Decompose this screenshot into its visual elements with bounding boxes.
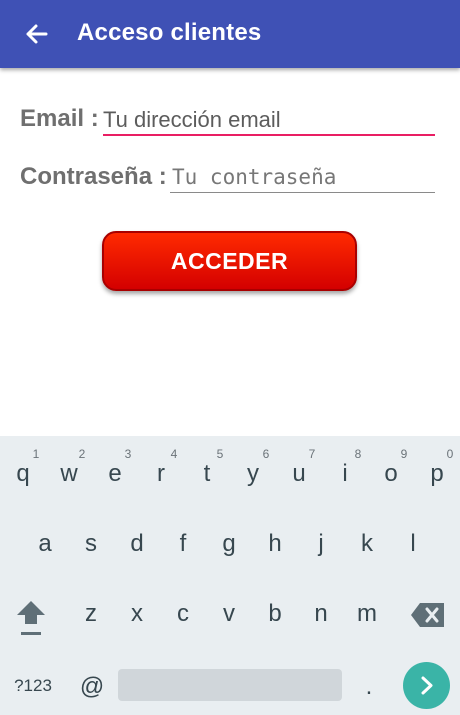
key-hint: 4 <box>170 447 178 461</box>
key[interactable]: l <box>390 530 436 558</box>
password-field[interactable]: Tu contraseña <box>172 165 336 189</box>
period-key[interactable]: . <box>346 673 392 701</box>
key[interactable]: f <box>160 530 206 558</box>
key-hint: 8 <box>354 447 362 461</box>
key[interactable]: q <box>0 460 46 488</box>
key[interactable]: k <box>344 530 390 558</box>
key[interactable]: t <box>184 460 230 488</box>
key-hint: 0 <box>446 447 454 461</box>
key-hint: 6 <box>262 447 270 461</box>
chevron-right-icon <box>421 676 433 695</box>
shift-icon[interactable] <box>14 598 48 640</box>
key-hint: 2 <box>78 447 86 461</box>
key[interactable]: y <box>230 460 276 488</box>
key[interactable]: i <box>322 460 368 488</box>
key[interactable]: e <box>92 460 138 488</box>
key-hint: 1 <box>32 447 40 461</box>
back-arrow-icon[interactable] <box>20 18 52 50</box>
at-key[interactable]: @ <box>69 673 115 701</box>
key[interactable]: v <box>206 600 252 628</box>
app-bar: Acceso clientes <box>0 0 460 68</box>
key-hint: 7 <box>308 447 316 461</box>
backspace-icon[interactable] <box>410 602 446 628</box>
symbols-key[interactable]: ?123 <box>10 676 56 696</box>
key[interactable]: j <box>298 530 344 558</box>
page-title: Acceso clientes <box>77 19 262 46</box>
key[interactable]: u <box>276 460 322 488</box>
key[interactable]: s <box>68 530 114 558</box>
key[interactable]: n <box>298 600 344 628</box>
enter-button[interactable] <box>403 662 450 709</box>
acceder-button[interactable]: ACCEDER <box>102 231 357 291</box>
password-underline <box>170 192 435 193</box>
key[interactable]: x <box>114 600 160 628</box>
email-underline <box>103 134 435 136</box>
key[interactable]: c <box>160 600 206 628</box>
key[interactable]: d <box>114 530 160 558</box>
key[interactable]: r <box>138 460 184 488</box>
key[interactable]: a <box>22 530 68 558</box>
password-label: Contraseña : <box>20 163 167 190</box>
key[interactable]: p <box>414 460 460 488</box>
key-hint: 3 <box>124 447 132 461</box>
key[interactable]: b <box>252 600 298 628</box>
key[interactable]: o <box>368 460 414 488</box>
key[interactable]: h <box>252 530 298 558</box>
email-label: Email : <box>20 105 99 132</box>
space-bar[interactable] <box>118 669 342 701</box>
key[interactable]: z <box>68 600 114 628</box>
key[interactable]: w <box>46 460 92 488</box>
email-field[interactable]: Tu dirección email <box>103 107 281 133</box>
key-hint: 5 <box>216 447 224 461</box>
key[interactable]: g <box>206 530 252 558</box>
key-hint: 9 <box>400 447 408 461</box>
key[interactable]: m <box>344 600 390 628</box>
